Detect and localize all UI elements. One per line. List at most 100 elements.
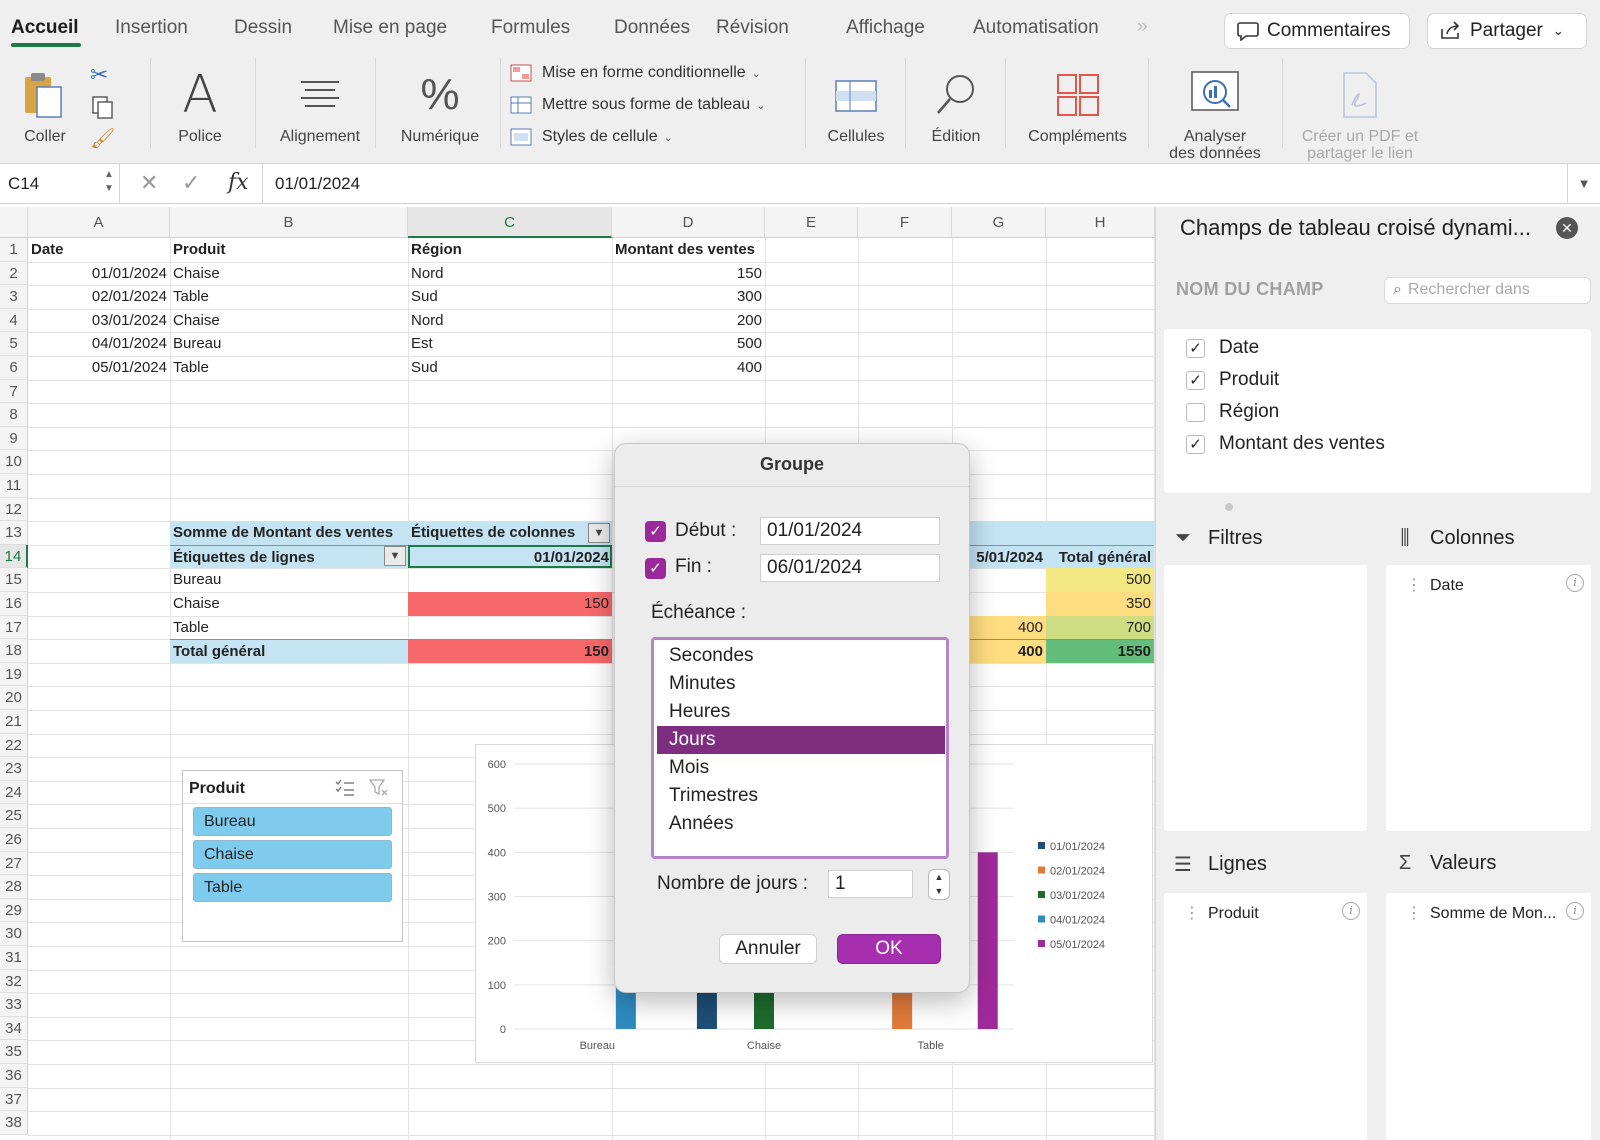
columns-drop-area[interactable]: ⋮ Date i	[1386, 565, 1591, 831]
checkbox-checked[interactable]: ✓	[1186, 338, 1205, 358]
start-auto-checkbox[interactable]: ✓	[645, 521, 666, 542]
field-item-produit[interactable]: ✓ Produit	[1186, 369, 1279, 391]
data-cell[interactable]: 300	[612, 285, 765, 309]
data-cell[interactable]: Bureau	[170, 332, 408, 356]
data-cell[interactable]: Est	[408, 332, 612, 356]
start-date-input[interactable]	[760, 517, 940, 545]
info-icon[interactable]: i	[1342, 902, 1360, 920]
row-header-3[interactable]: 3	[0, 285, 28, 309]
row-filter-button[interactable]: ▼	[384, 546, 406, 566]
days-stepper[interactable]: ▲ ▼	[928, 869, 950, 900]
tab-affichage[interactable]: Affichage	[846, 17, 925, 39]
name-box-stepper-icon[interactable]: ▲ ▼	[104, 168, 114, 196]
pivot-total-cell[interactable]: 500	[1046, 568, 1154, 592]
field-item-montant[interactable]: ✓ Montant des ventes	[1186, 433, 1385, 455]
row-header-5[interactable]: 5	[0, 332, 28, 356]
values-drop-area[interactable]: ⋮ Somme de Mon... i	[1386, 893, 1591, 1140]
tab-accueil[interactable]: Accueil	[11, 17, 79, 39]
row-header-11[interactable]: 11	[0, 474, 28, 498]
slicer-item-table[interactable]: Table	[193, 873, 392, 902]
values-field-sum[interactable]: ⋮ Somme de Mon...	[1406, 903, 1556, 923]
pivot-total-cell[interactable]: 350	[1046, 592, 1154, 616]
column-header-d[interactable]: D	[612, 207, 765, 238]
header-region[interactable]: Région	[408, 238, 612, 262]
pivot-column-labels[interactable]: Étiquettes de colonnes	[408, 521, 612, 545]
editing-button[interactable]: Édition	[915, 62, 997, 145]
row-header-26[interactable]: 26	[0, 828, 28, 852]
pivot-row-label[interactable]: Chaise	[170, 592, 408, 616]
chevron-down-icon[interactable]: ▼	[1567, 164, 1600, 204]
interval-option-trimestres[interactable]: Trimestres	[657, 782, 945, 810]
column-header-c[interactable]: C	[408, 207, 612, 238]
analyze-data-button[interactable]: Analyser des données	[1155, 62, 1275, 162]
row-header-22[interactable]: 22	[0, 733, 28, 758]
pivot-grand-total-cell[interactable]: 150	[408, 639, 612, 663]
cancel-icon[interactable]: ✕	[140, 170, 158, 196]
row-header-6[interactable]: 6	[0, 356, 28, 380]
tab-mise-en-page[interactable]: Mise en page	[333, 17, 447, 39]
copy-icon[interactable]	[90, 94, 116, 125]
field-search-input[interactable]: ⌕ Rechercher dans	[1384, 277, 1591, 304]
format-as-table-button[interactable]: Mettre sous forme de tableau ⌄	[510, 96, 765, 114]
selected-cell-c14[interactable]: 01/01/2024	[408, 544, 612, 569]
end-date-input[interactable]	[760, 554, 940, 582]
data-cell[interactable]: Nord	[408, 262, 612, 286]
pivot-value-cell[interactable]: 150	[408, 592, 612, 616]
row-header-37[interactable]: 37	[0, 1087, 28, 1112]
end-auto-checkbox[interactable]: ✓	[645, 558, 666, 579]
select-all-corner[interactable]	[0, 207, 28, 238]
data-cell[interactable]: 02/01/2024	[28, 285, 170, 309]
row-header-23[interactable]: 23	[0, 757, 28, 781]
data-cell[interactable]: Chaise	[170, 262, 408, 286]
days-input[interactable]	[828, 870, 913, 898]
field-item-region[interactable]: Région	[1186, 401, 1279, 423]
column-header-e[interactable]: E	[765, 207, 858, 238]
comments-button[interactable]: Commentaires	[1224, 13, 1410, 49]
close-icon[interactable]: ✕	[1556, 217, 1578, 239]
row-header-30[interactable]: 30	[0, 922, 28, 946]
number-format-button[interactable]: % Numérique	[385, 62, 495, 145]
data-cell[interactable]: Sud	[408, 285, 612, 309]
conditional-formatting-button[interactable]: Mise en forme conditionnelle ⌄	[510, 64, 761, 82]
data-cell[interactable]: 400	[612, 356, 765, 380]
cancel-button[interactable]: Annuler	[719, 934, 817, 964]
tab-automatisation[interactable]: Automatisation	[973, 17, 1099, 39]
pivot-row-labels[interactable]: Étiquettes de lignes	[170, 544, 408, 569]
row-header-18[interactable]: 18	[0, 639, 28, 663]
slicer-item-bureau[interactable]: Bureau	[193, 807, 392, 836]
row-header-35[interactable]: 35	[0, 1040, 28, 1064]
row-header-1[interactable]: 1	[0, 238, 28, 262]
info-icon[interactable]: i	[1566, 574, 1584, 592]
header-date[interactable]: Date	[28, 238, 170, 262]
cell-styles-button[interactable]: Styles de cellule ⌄	[510, 128, 673, 146]
row-header-21[interactable]: 21	[0, 710, 28, 734]
multi-select-icon[interactable]	[335, 779, 355, 802]
row-header-25[interactable]: 25	[0, 804, 28, 828]
data-cell[interactable]: Table	[170, 356, 408, 380]
data-cell[interactable]: 200	[612, 309, 765, 333]
info-icon[interactable]: i	[1566, 902, 1584, 920]
column-header-b[interactable]: B	[170, 207, 408, 238]
row-header-36[interactable]: 36	[0, 1064, 28, 1088]
tab-dessin[interactable]: Dessin	[234, 17, 292, 39]
more-tabs-icon[interactable]: »	[1137, 16, 1148, 38]
row-header-12[interactable]: 12	[0, 497, 28, 522]
paste-button[interactable]: Coller	[10, 62, 80, 145]
interval-option-jours[interactable]: Jours	[657, 726, 945, 754]
data-cell[interactable]: 05/01/2024	[28, 356, 170, 380]
cut-icon[interactable]: ✂	[90, 62, 108, 88]
tab-revision[interactable]: Révision	[716, 17, 789, 39]
formula-input[interactable]: 01/01/2024	[262, 164, 1567, 204]
column-header-h[interactable]: H	[1046, 207, 1155, 238]
row-header-34[interactable]: 34	[0, 1016, 28, 1041]
data-cell[interactable]: 150	[612, 262, 765, 286]
field-item-date[interactable]: ✓ Date	[1186, 337, 1259, 359]
header-produit[interactable]: Produit	[170, 238, 408, 262]
header-montant[interactable]: Montant des ventes	[612, 238, 765, 262]
row-header-19[interactable]: 19	[0, 662, 28, 687]
interval-option-annees[interactable]: Années	[657, 810, 945, 838]
row-header-17[interactable]: 17	[0, 615, 28, 640]
rows-field-produit[interactable]: ⋮ Produit	[1184, 903, 1259, 923]
filters-drop-area[interactable]	[1164, 565, 1367, 831]
clear-filter-icon[interactable]	[368, 779, 389, 802]
